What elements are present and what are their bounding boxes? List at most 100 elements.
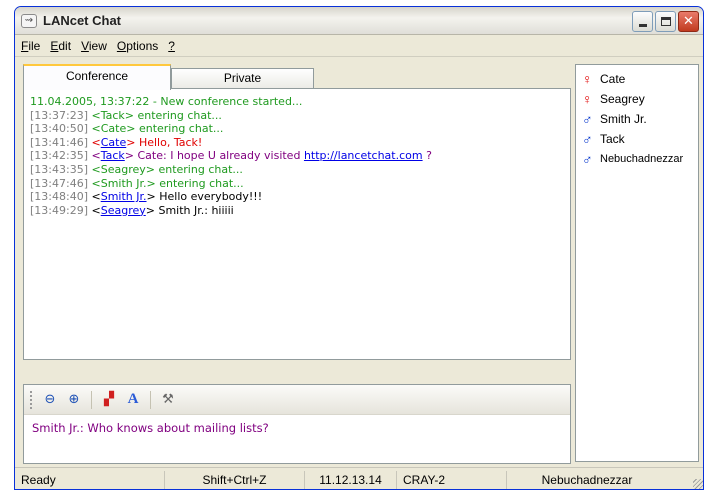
pane-splitter[interactable] [23,362,571,366]
timestamp: [13:49:29] [30,203,88,217]
nick: Seagrey [100,162,146,176]
chat-line: [13:41:46] <Cate> Hello, Tack! [30,136,564,150]
window-title: LANcet Chat [43,13,122,28]
user-name: Tack [600,132,625,146]
nick: Smith Jr. [100,176,147,190]
minimize-icon [638,24,647,27]
text-color-icon[interactable]: ▞ [100,391,118,409]
message-text: entering chat... [159,176,244,190]
timestamp: [13:42:35] [30,149,88,163]
menu-bar: File Edit View Options ? [15,35,703,57]
nick-open: < [88,135,101,149]
app-icon: ⇝ [21,13,37,28]
status-state: Ready [15,470,165,489]
toolbar-separator [91,390,92,409]
menu-edit[interactable]: Edit [46,39,77,53]
maximize-button[interactable] [655,11,676,32]
menu-file[interactable]: File [17,39,46,53]
user-name: Seagrey [600,92,645,106]
chat-line: 11.04.2005, 13:37:22 - New conference st… [30,95,564,109]
nick-close: > [124,149,138,163]
status-hotkey: Shift+Ctrl+Z [165,470,305,489]
nick-open: < [88,162,101,176]
message-suffix: ? [422,149,432,163]
message-text: Cate: I hope U already visited [137,149,304,163]
user-list[interactable]: ♀ Cate ♀ Seagrey ♂ Smith Jr. ♂ Tack ♂ Ne… [575,64,699,462]
timestamp: [13:43:35] [30,162,88,176]
timestamp: [13:41:46] [30,135,88,149]
menu-options[interactable]: Options [113,39,164,53]
message-text: entering chat... [137,108,222,122]
zoom-out-icon[interactable]: ⊖ [41,391,59,409]
toolbar-grip[interactable] [30,390,33,409]
chat-log[interactable]: 11.04.2005, 13:37:22 - New conference st… [23,88,571,360]
status-ip-address: 11.12.13.14 [305,470,397,489]
chat-line: [13:40:50] <Cate> entering chat... [30,122,564,136]
toolbar-separator [150,390,151,409]
female-icon: ♀ [582,71,593,87]
zoom-in-icon[interactable]: ⊕ [65,391,83,409]
nick-open: < [88,190,101,204]
nick-link[interactable]: Cate [101,136,127,149]
chat-line: [13:43:35] <Seagrey> entering chat... [30,163,564,177]
nick: Cate [100,122,127,136]
user-list-item[interactable]: ♂ Smith Jr. [582,109,692,129]
status-bar: Ready Shift+Ctrl+Z 11.12.13.14 CRAY-2 Ne… [15,467,703,489]
menu-view-label: iew [88,38,107,53]
message-input[interactable]: Smith Jr.: Who knows about mailing lists… [24,415,570,441]
nick-close: > [145,203,159,217]
compose-panel: ⊖ ⊕ ▞ A ⚒ Smith Jr.: Who knows about mai… [23,384,571,464]
conference-start-text: 11.04.2005, 13:37:22 - New conference st… [30,95,303,108]
nick-close: > [146,190,160,204]
tools-icon[interactable]: ⚒ [159,391,177,409]
menu-view[interactable]: View [77,39,113,53]
menu-help[interactable]: ? [164,39,181,53]
chat-line: [13:48:40] <Smith Jr.> Hello everybody!!… [30,190,564,204]
app-window: ⇝ LANcet Chat ✕ File Edit View Options ?… [14,6,704,490]
title-bar[interactable]: ⇝ LANcet Chat ✕ [15,7,703,35]
nick-open: < [88,122,101,136]
tab-conference[interactable]: Conference [23,64,171,90]
menu-options-label: ptions [126,38,159,53]
timestamp: [13:37:23] [30,108,88,122]
nick-open: < [88,149,101,163]
status-host: CRAY-2 [397,470,507,489]
window-controls: ✕ [632,11,699,32]
nick-close: > [146,176,160,190]
nick-close: > [126,122,139,136]
minimize-button[interactable] [632,11,653,32]
menu-edit-label: dit [58,38,72,53]
user-name: Smith Jr. [600,112,647,126]
resize-grip[interactable] [693,479,703,489]
message-text: Hello, Tack! [138,135,203,149]
maximize-icon [660,17,671,26]
timestamp: [13:48:40] [30,190,88,204]
menu-view-mnemonic: V [81,38,89,53]
nick: Tack [100,108,125,122]
menu-options-mnemonic: O [116,38,127,53]
user-list-item[interactable]: ♂ Tack [582,129,692,149]
url-link[interactable]: http://lancetchat.com [304,149,423,162]
format-toolbar: ⊖ ⊕ ▞ A ⚒ [24,385,570,415]
nick-link[interactable]: Seagrey [101,204,146,217]
tab-strip: Conference Private [21,64,571,90]
user-name: Cate [600,72,626,86]
nick-open: < [88,108,101,122]
female-icon: ♀ [582,91,593,107]
menu-help-mnemonic: ? [168,38,175,53]
chat-line: [13:42:35] <Tack> Cate: I hope U already… [30,149,564,163]
user-list-item[interactable]: ♂ Nebuchadnezzar [582,149,692,169]
tab-private[interactable]: Private [171,68,314,88]
message-text: entering chat... [138,122,224,136]
message-text: entering chat... [158,162,243,176]
nick-open: < [88,176,101,190]
user-list-item[interactable]: ♀ Seagrey [582,89,692,109]
message-text: Smith Jr.: hiiiii [158,203,234,217]
nick-link[interactable]: Tack [101,149,125,162]
font-icon[interactable]: A [124,391,142,409]
close-icon: ✕ [683,14,694,29]
user-list-item[interactable]: ♀ Cate [582,69,692,89]
close-button[interactable]: ✕ [678,11,699,32]
nick-link[interactable]: Smith Jr. [101,190,147,203]
chat-pane: Conference Private 11.04.2005, 13:37:22 … [21,62,571,464]
